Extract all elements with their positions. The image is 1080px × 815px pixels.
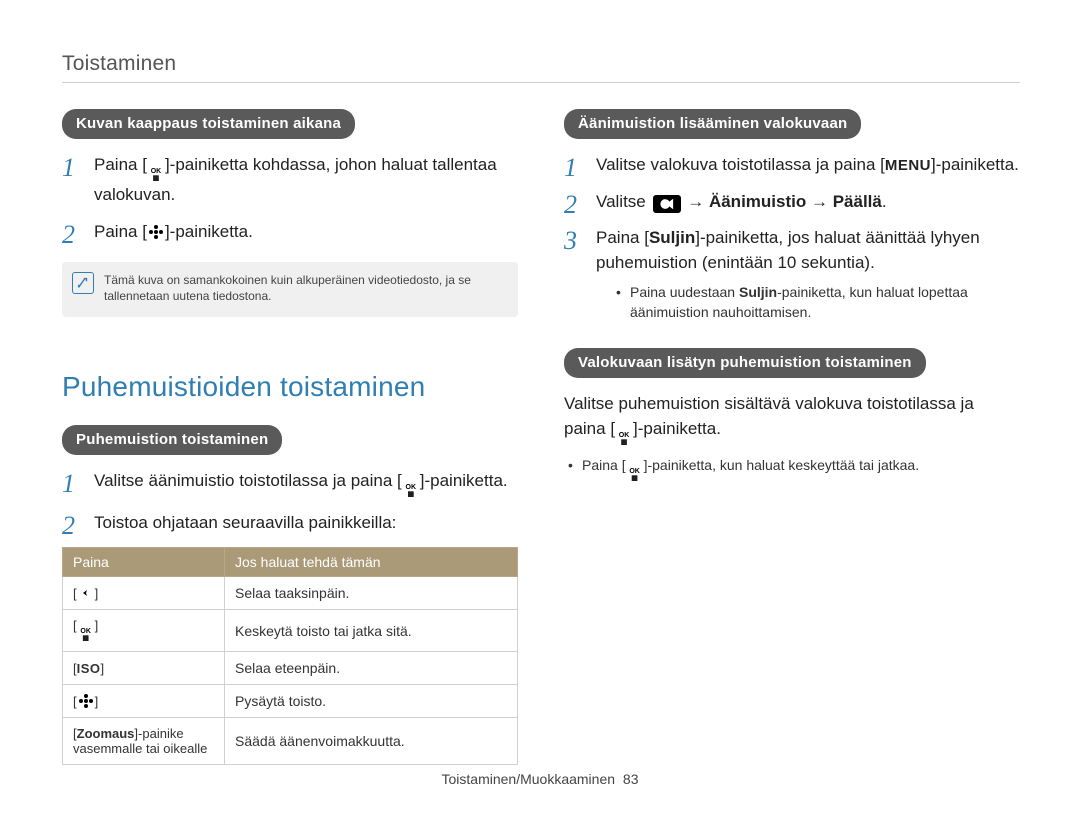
key-cell: [] bbox=[63, 577, 225, 610]
two-column-layout: Kuvan kaappaus toistaminen aikana Paina … bbox=[62, 109, 1020, 765]
text: . bbox=[882, 192, 887, 211]
table-row: [] Pysäytä toisto. bbox=[63, 685, 518, 718]
key-cell: [OK▦] bbox=[63, 610, 225, 652]
playadded-body: Valitse puhemuistion sisältävä valokuva … bbox=[564, 392, 1020, 447]
addvoice-step-1: Valitse valokuva toistotilassa ja paina … bbox=[564, 153, 1020, 178]
iso-icon: ISO bbox=[77, 661, 101, 676]
action-cell: Selaa eteenpäin. bbox=[225, 652, 518, 685]
arrow: → bbox=[806, 192, 832, 211]
page-footer: Toistaminen/Muokkaaminen 83 bbox=[0, 771, 1080, 787]
bold: Suljin bbox=[739, 284, 777, 300]
playmemo-step-1: Valitse äänimuistio toistotilassa ja pai… bbox=[62, 469, 518, 499]
left-column: Kuvan kaappaus toistaminen aikana Paina … bbox=[62, 109, 518, 765]
flower-icon bbox=[148, 224, 164, 240]
pill-capture: Kuvan kaappaus toistaminen aikana bbox=[62, 109, 355, 139]
text: Paina [ bbox=[582, 457, 626, 473]
note-icon bbox=[72, 272, 94, 294]
ok-icon: OK▦ bbox=[627, 467, 643, 483]
capture-steps: Paina [OK▦]-painiketta kohdassa, johon h… bbox=[62, 153, 518, 244]
action-cell: Keskeytä toisto tai jatka sitä. bbox=[225, 610, 518, 652]
playmemo-steps: Valitse äänimuistio toistotilassa ja pai… bbox=[62, 469, 518, 536]
text: Paina [ bbox=[94, 155, 147, 174]
ok-icon: OK▦ bbox=[403, 483, 419, 499]
flower-icon bbox=[78, 693, 94, 709]
text: ]-painiketta. bbox=[420, 471, 508, 490]
key-cell: [] bbox=[63, 685, 225, 718]
tool-icon bbox=[653, 195, 681, 213]
section-title-voicememos: Puhemuistioiden toistaminen bbox=[62, 371, 518, 403]
table-row: [ISO] Selaa eteenpäin. bbox=[63, 652, 518, 685]
action-cell: Selaa taaksinpäin. bbox=[225, 577, 518, 610]
table-header-action: Jos haluat tehdä tämän bbox=[225, 548, 518, 577]
arrow: → bbox=[683, 192, 709, 211]
table-header-press: Paina bbox=[63, 548, 225, 577]
text: ]-painiketta. bbox=[165, 222, 253, 241]
text: Paina uudestaan bbox=[630, 284, 739, 300]
addvoice-step-2: Valitse → Äänimuistio → Päällä. bbox=[564, 190, 1020, 215]
table-row: [OK▦] Keskeytä toisto tai jatka sitä. bbox=[63, 610, 518, 652]
text: Valitse äänimuistio toistotilassa ja pai… bbox=[94, 471, 402, 490]
note-box: Tämä kuva on samankokoinen kuin alkuperä… bbox=[62, 262, 518, 316]
header-divider bbox=[62, 82, 1020, 83]
bold: Suljin bbox=[649, 228, 695, 247]
note-text: Tämä kuva on samankokoinen kuin alkuperä… bbox=[104, 272, 504, 304]
action-cell: Pysäytä toisto. bbox=[225, 685, 518, 718]
text: Paina [ bbox=[596, 228, 649, 247]
text: Toistoa ohjataan seuraavilla painikkeill… bbox=[94, 513, 396, 532]
ok-icon: OK▦ bbox=[78, 627, 94, 643]
text: ]-painiketta. bbox=[931, 155, 1019, 174]
bold: Äänimuistio bbox=[709, 192, 806, 211]
text: Valitse valokuva toistotilassa ja paina … bbox=[596, 155, 885, 174]
capture-step-2: Paina [ ]-painiketta. bbox=[62, 220, 518, 245]
ok-icon: OK▦ bbox=[616, 431, 632, 447]
page-title: Toistaminen bbox=[62, 52, 1020, 76]
ok-icon: OK▦ bbox=[148, 167, 164, 183]
left-arrow-icon bbox=[78, 585, 94, 601]
capture-step-1: Paina [OK▦]-painiketta kohdassa, johon h… bbox=[62, 153, 518, 208]
controls-table: Paina Jos haluat tehdä tämän [] Selaa ta… bbox=[62, 547, 518, 765]
text: ]-painiketta. bbox=[633, 419, 721, 438]
pill-playadded: Valokuvaan lisätyn puhemuistion toistami… bbox=[564, 348, 926, 378]
right-column: Äänimuistion lisääminen valokuvaan Valit… bbox=[564, 109, 1020, 765]
addvoice-steps: Valitse valokuva toistotilassa ja paina … bbox=[564, 153, 1020, 322]
bold: Päällä bbox=[833, 192, 882, 211]
playadded-bullet-1: Paina [OK▦]-painiketta, kun haluat keske… bbox=[568, 455, 1020, 483]
text: Valitse bbox=[596, 192, 651, 211]
addvoice-bullet-1: Paina uudestaan Suljin-painiketta, kun h… bbox=[616, 282, 1020, 323]
key-cell: [ISO] bbox=[63, 652, 225, 685]
footer-label: Toistaminen/Muokkaaminen bbox=[442, 771, 616, 787]
key-cell: [Zoomaus]-painikevasemmalle tai oikealle bbox=[63, 718, 225, 765]
table-row: [Zoomaus]-painikevasemmalle tai oikealle… bbox=[63, 718, 518, 765]
table-row: [] Selaa taaksinpäin. bbox=[63, 577, 518, 610]
menu-icon: MENU bbox=[885, 157, 931, 174]
playmemo-step-2: Toistoa ohjataan seuraavilla painikkeill… bbox=[62, 511, 518, 536]
pill-playmemo: Puhemuistion toistaminen bbox=[62, 425, 282, 455]
text: Paina [ bbox=[94, 222, 147, 241]
page-number: 83 bbox=[623, 771, 639, 787]
addvoice-step-3: Paina [Suljin]-painiketta, jos haluat ää… bbox=[564, 226, 1020, 322]
text: ]-painiketta, kun haluat keskeyttää tai … bbox=[644, 457, 920, 473]
action-cell: Säädä äänenvoimakkuutta. bbox=[225, 718, 518, 765]
pill-addvoice: Äänimuistion lisääminen valokuvaan bbox=[564, 109, 861, 139]
zoom-key-text: [Zoomaus]-painikevasemmalle tai oikealle bbox=[73, 726, 207, 756]
